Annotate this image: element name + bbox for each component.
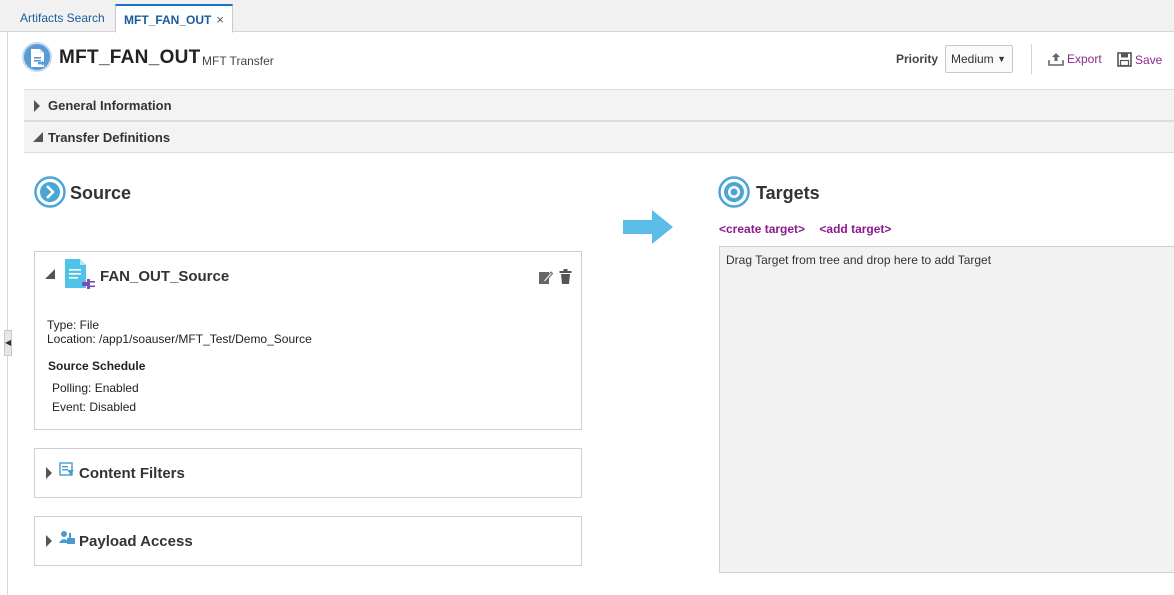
transfer-arrow-icon bbox=[623, 210, 673, 244]
transfer-document-icon bbox=[22, 42, 52, 72]
tab-label: MFT_FAN_OUT bbox=[124, 13, 212, 27]
event-status: Event: Disabled bbox=[52, 400, 137, 414]
transfer-definitions-header[interactable]: Transfer Definitions bbox=[24, 121, 1174, 153]
save-button[interactable]: Save bbox=[1117, 52, 1162, 67]
header-divider bbox=[1031, 44, 1032, 74]
payload-access-icon bbox=[59, 531, 75, 544]
trash-icon[interactable] bbox=[559, 269, 572, 284]
source-schedule-title: Source Schedule bbox=[48, 359, 146, 373]
payload-access-card[interactable]: Payload Access bbox=[34, 516, 582, 566]
collapse-triangle-icon bbox=[33, 132, 43, 142]
create-target-link[interactable]: <create target> bbox=[719, 222, 805, 236]
page-title: MFT_FAN_OUT bbox=[59, 47, 201, 68]
expand-triangle-icon bbox=[46, 467, 52, 479]
tab-artifacts-search[interactable]: Artifacts Search bbox=[12, 4, 113, 32]
close-icon[interactable]: × bbox=[216, 6, 224, 34]
expand-triangle-icon bbox=[34, 100, 40, 112]
save-label: Save bbox=[1135, 53, 1163, 67]
transfer-definitions-title: Transfer Definitions bbox=[48, 130, 171, 145]
drop-hint: Drag Target from tree and drop here to a… bbox=[726, 253, 992, 267]
source-type: Type: File bbox=[47, 318, 100, 332]
export-label: Export bbox=[1067, 52, 1102, 66]
polling-status: Polling: Enabled bbox=[52, 381, 139, 395]
general-information-header[interactable]: General Information bbox=[24, 89, 1174, 121]
page-header: MFT_FAN_OUT MFT Transfer Priority Medium… bbox=[14, 32, 1174, 90]
filter-icon bbox=[59, 462, 74, 476]
source-title: Source bbox=[70, 183, 132, 203]
export-button[interactable]: Export bbox=[1048, 52, 1102, 66]
expand-triangle-icon bbox=[46, 535, 52, 547]
content-filters-card[interactable]: Content Filters bbox=[34, 448, 582, 498]
tab-mft-fan-out[interactable]: MFT_FAN_OUT × bbox=[115, 4, 233, 33]
source-icon bbox=[34, 176, 66, 208]
payload-access-title: Payload Access bbox=[79, 533, 193, 550]
priority-value: Medium bbox=[951, 52, 994, 66]
page-subtitle: MFT Transfer bbox=[202, 54, 274, 68]
edit-icon[interactable] bbox=[538, 270, 553, 285]
content-filters-title: Content Filters bbox=[79, 465, 185, 482]
general-information-title: General Information bbox=[48, 98, 172, 113]
targets-icon bbox=[718, 176, 750, 208]
collapse-panel-handle[interactable]: ◀ bbox=[4, 330, 12, 356]
save-icon bbox=[1117, 52, 1132, 67]
chevron-down-icon: ▼ bbox=[997, 54, 1006, 64]
priority-select[interactable]: Medium ▼ bbox=[945, 45, 1013, 73]
source-card: FAN_OUT_Source Type: File Location: /app… bbox=[34, 251, 582, 430]
priority-label: Priority bbox=[896, 52, 939, 66]
left-panel-gutter bbox=[0, 32, 8, 595]
source-name: FAN_OUT_Source bbox=[100, 268, 230, 285]
tab-bar: Artifacts Search MFT_FAN_OUT × bbox=[0, 0, 1174, 33]
target-drop-area[interactable]: Drag Target from tree and drop here to a… bbox=[719, 246, 1174, 573]
targets-title: Targets bbox=[756, 183, 820, 203]
export-icon bbox=[1048, 53, 1064, 66]
collapse-triangle-icon[interactable] bbox=[45, 269, 55, 279]
add-target-link[interactable]: <add target> bbox=[819, 222, 891, 236]
target-links: <create target> <add target> bbox=[719, 222, 902, 236]
file-source-icon bbox=[65, 259, 95, 289]
source-location: Location: /app1/soauser/MFT_Test/Demo_So… bbox=[47, 332, 312, 346]
